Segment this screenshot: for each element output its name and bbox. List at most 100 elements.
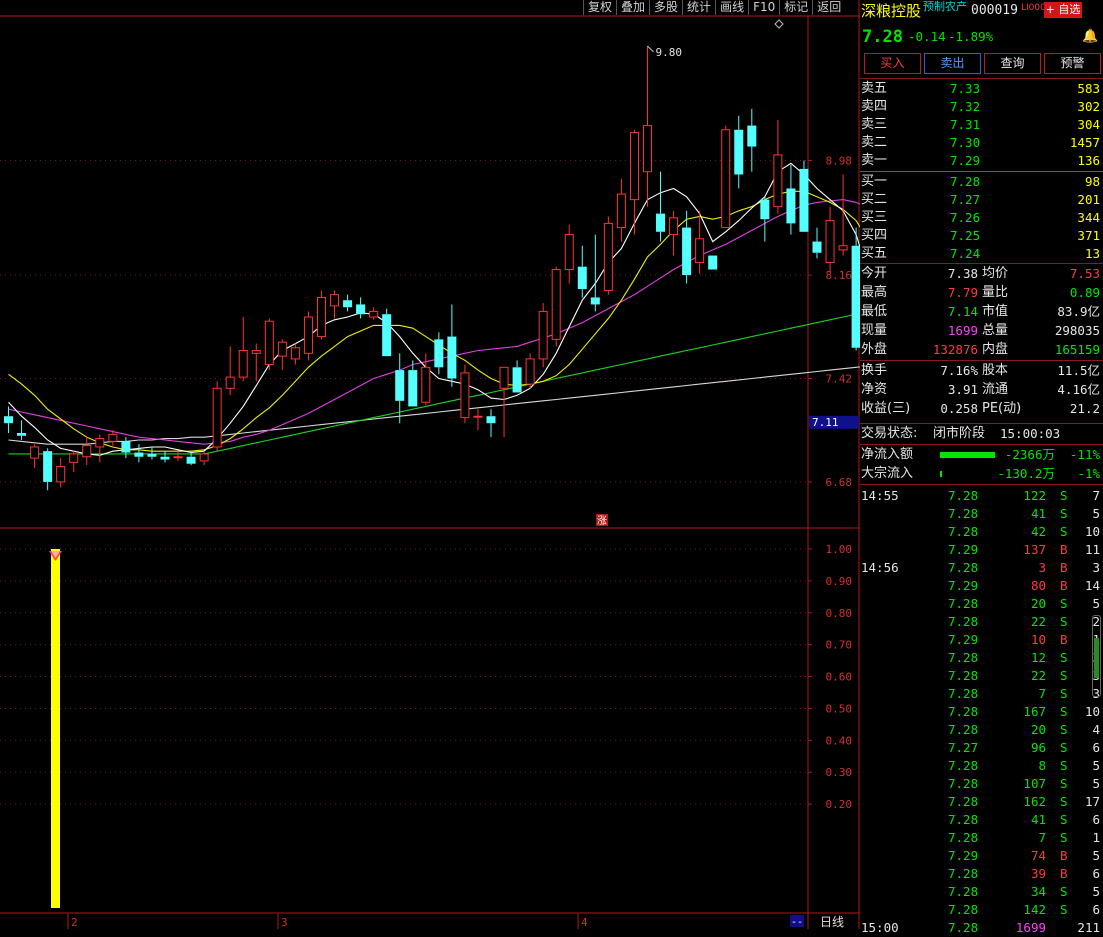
candle-body-down	[447, 336, 457, 379]
candle[interactable]	[434, 332, 444, 375]
candle[interactable]	[43, 448, 53, 491]
toolbar-button[interactable]: 统计	[682, 0, 716, 15]
candle[interactable]	[225, 346, 235, 396]
candle[interactable]	[473, 409, 483, 431]
candle[interactable]	[616, 178, 626, 242]
diamond-icon[interactable]	[774, 19, 784, 29]
candle[interactable]	[721, 125, 731, 229]
candle[interactable]	[173, 451, 183, 461]
indicator-axis-label: 0.30	[826, 766, 853, 779]
candle[interactable]	[121, 437, 131, 459]
candle[interactable]	[160, 451, 170, 463]
bid-level[interactable]: 买一 7.28 98	[860, 173, 1103, 191]
toolbar-button[interactable]: 复权	[583, 0, 617, 15]
candle[interactable]	[134, 444, 144, 463]
bid-level[interactable]: 买五 7.24 13	[860, 245, 1103, 263]
ask-level[interactable]: 卖四 7.32 302	[860, 98, 1103, 116]
pe-label: PE(动)	[982, 401, 1022, 416]
candle[interactable]	[264, 318, 274, 371]
candle[interactable]	[590, 234, 600, 312]
tick-scrollbar[interactable]	[1092, 615, 1101, 697]
candle[interactable]	[525, 353, 535, 389]
candle[interactable]	[408, 360, 418, 407]
candle[interactable]	[356, 297, 366, 319]
candle[interactable]	[343, 294, 353, 312]
candle[interactable]	[825, 206, 835, 273]
candle[interactable]	[551, 266, 561, 347]
candle[interactable]	[316, 290, 326, 340]
candle[interactable]	[69, 451, 79, 473]
toolbar-button[interactable]: 叠加	[616, 0, 650, 15]
candle[interactable]	[708, 255, 718, 270]
bell-icon[interactable]: 🔔	[1082, 26, 1098, 48]
candle[interactable]	[577, 245, 587, 298]
candle[interactable]	[290, 343, 300, 365]
bid-level-label: 买四	[861, 228, 888, 243]
bid-level[interactable]: 买二 7.27 201	[860, 191, 1103, 209]
bid-level[interactable]: 买三 7.26 344	[860, 209, 1103, 227]
ask-level[interactable]: 卖二 7.30 1457	[860, 134, 1103, 152]
tick-side: S	[1060, 902, 1068, 917]
candle[interactable]	[512, 360, 522, 393]
toolbar-button[interactable]: 标记	[779, 0, 813, 15]
candle[interactable]	[82, 437, 92, 466]
candle[interactable]	[238, 317, 248, 382]
candle[interactable]	[734, 115, 744, 189]
tick-side: S	[1060, 686, 1068, 701]
candle[interactable]	[486, 409, 496, 438]
turn-label: 换手	[861, 363, 888, 378]
toolbar-button[interactable]: 返回	[812, 0, 846, 15]
candle[interactable]	[56, 458, 66, 488]
candle[interactable]	[799, 160, 809, 232]
candle[interactable]	[277, 339, 287, 371]
candle[interactable]	[812, 227, 822, 259]
candle[interactable]	[369, 307, 379, 320]
query-button[interactable]: 查询	[984, 53, 1041, 74]
candle[interactable]	[499, 366, 509, 438]
sell-button[interactable]: 卖出	[924, 53, 981, 74]
candle[interactable]	[251, 343, 261, 382]
alert-button[interactable]: 预警	[1044, 53, 1101, 74]
candle[interactable]	[303, 311, 313, 361]
candle[interactable]	[773, 120, 783, 214]
tick-side: S	[1060, 830, 1068, 845]
tick-volume: 8	[1038, 758, 1046, 773]
add-watchlist-button[interactable]: + 自选	[1044, 2, 1082, 18]
candle[interactable]	[603, 216, 613, 295]
candle[interactable]	[656, 171, 666, 242]
tick-row: 14:55 7.28 122 S 7	[860, 487, 1103, 505]
ask-level[interactable]: 卖三 7.31 304	[860, 116, 1103, 134]
toolbar-button[interactable]: 画线	[715, 0, 749, 15]
candle[interactable]	[851, 227, 861, 351]
toolbar-button[interactable]: 多股	[649, 0, 683, 15]
candle[interactable]	[186, 451, 196, 466]
toolbar-button[interactable]: F10	[748, 0, 780, 15]
candle[interactable]	[17, 420, 27, 440]
candle[interactable]	[747, 108, 757, 172]
candle[interactable]	[538, 303, 548, 368]
candle-body-down	[147, 453, 157, 457]
candle[interactable]	[564, 224, 574, 284]
candlestick-chart[interactable]: 8.98 8.16 7.42 6.68 7.11 9.80 涨 1.00 0.90 0.80 0.7…	[0, 0, 887, 929]
candle[interactable]	[330, 290, 340, 319]
scroll-thumb[interactable]	[1094, 638, 1099, 678]
candle[interactable]	[460, 364, 470, 424]
eps-value: 0.258	[940, 401, 978, 416]
candle[interactable]	[669, 210, 679, 256]
candle[interactable]	[95, 434, 105, 463]
candle[interactable]	[642, 45, 652, 207]
buy-button[interactable]: 买入	[864, 53, 921, 74]
candle[interactable]	[382, 308, 392, 357]
period-selector[interactable]: 日线	[820, 915, 844, 929]
candle[interactable]	[212, 381, 222, 452]
bid-level[interactable]: 买四 7.25 371	[860, 227, 1103, 245]
candle[interactable]	[447, 304, 457, 387]
candle[interactable]	[30, 444, 40, 468]
tick-row: 14:56 7.28 3 B 3	[860, 559, 1103, 577]
ask-level[interactable]: 卖五 7.33 583	[860, 80, 1103, 98]
candle[interactable]	[147, 446, 157, 460]
kline-chart-area[interactable]: 8.98 8.16 7.42 6.68 7.11 9.80 涨 1.00 0.90 0.80 0.7…	[0, 0, 887, 929]
candle[interactable]	[760, 196, 770, 242]
candle[interactable]	[786, 164, 796, 235]
ask-level[interactable]: 卖一 7.29 136	[860, 152, 1103, 170]
